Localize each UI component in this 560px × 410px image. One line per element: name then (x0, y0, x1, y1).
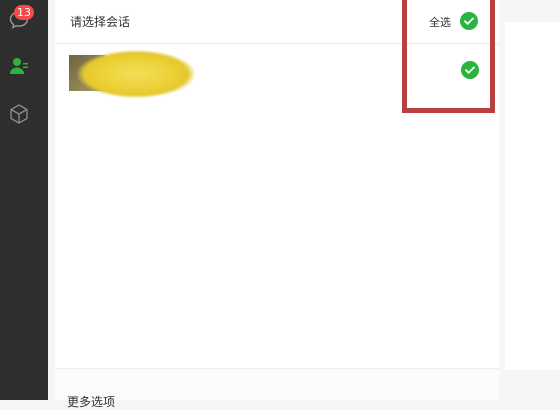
conversation-check-icon[interactable] (461, 61, 479, 79)
panel-footer: 更多选项 (55, 368, 499, 409)
page-title: 请选择会话 (70, 15, 131, 29)
chat-select-panel: 请选择会话 全选 更多选项 (55, 0, 499, 409)
unread-badge: 13 (14, 5, 34, 20)
right-area (499, 0, 560, 400)
obscured-conversation-name (77, 50, 195, 98)
select-all-label[interactable]: 全选 (429, 14, 451, 30)
panel-header: 请选择会话 全选 (55, 0, 499, 44)
contacts-icon[interactable] (8, 55, 30, 77)
sidebar: 13 (0, 0, 48, 400)
cube-icon[interactable] (8, 103, 30, 125)
conversation-row[interactable] (55, 44, 499, 104)
footer-label[interactable]: 更多选项 (67, 393, 115, 410)
select-all-check-icon[interactable] (460, 12, 478, 30)
right-card (505, 22, 560, 370)
